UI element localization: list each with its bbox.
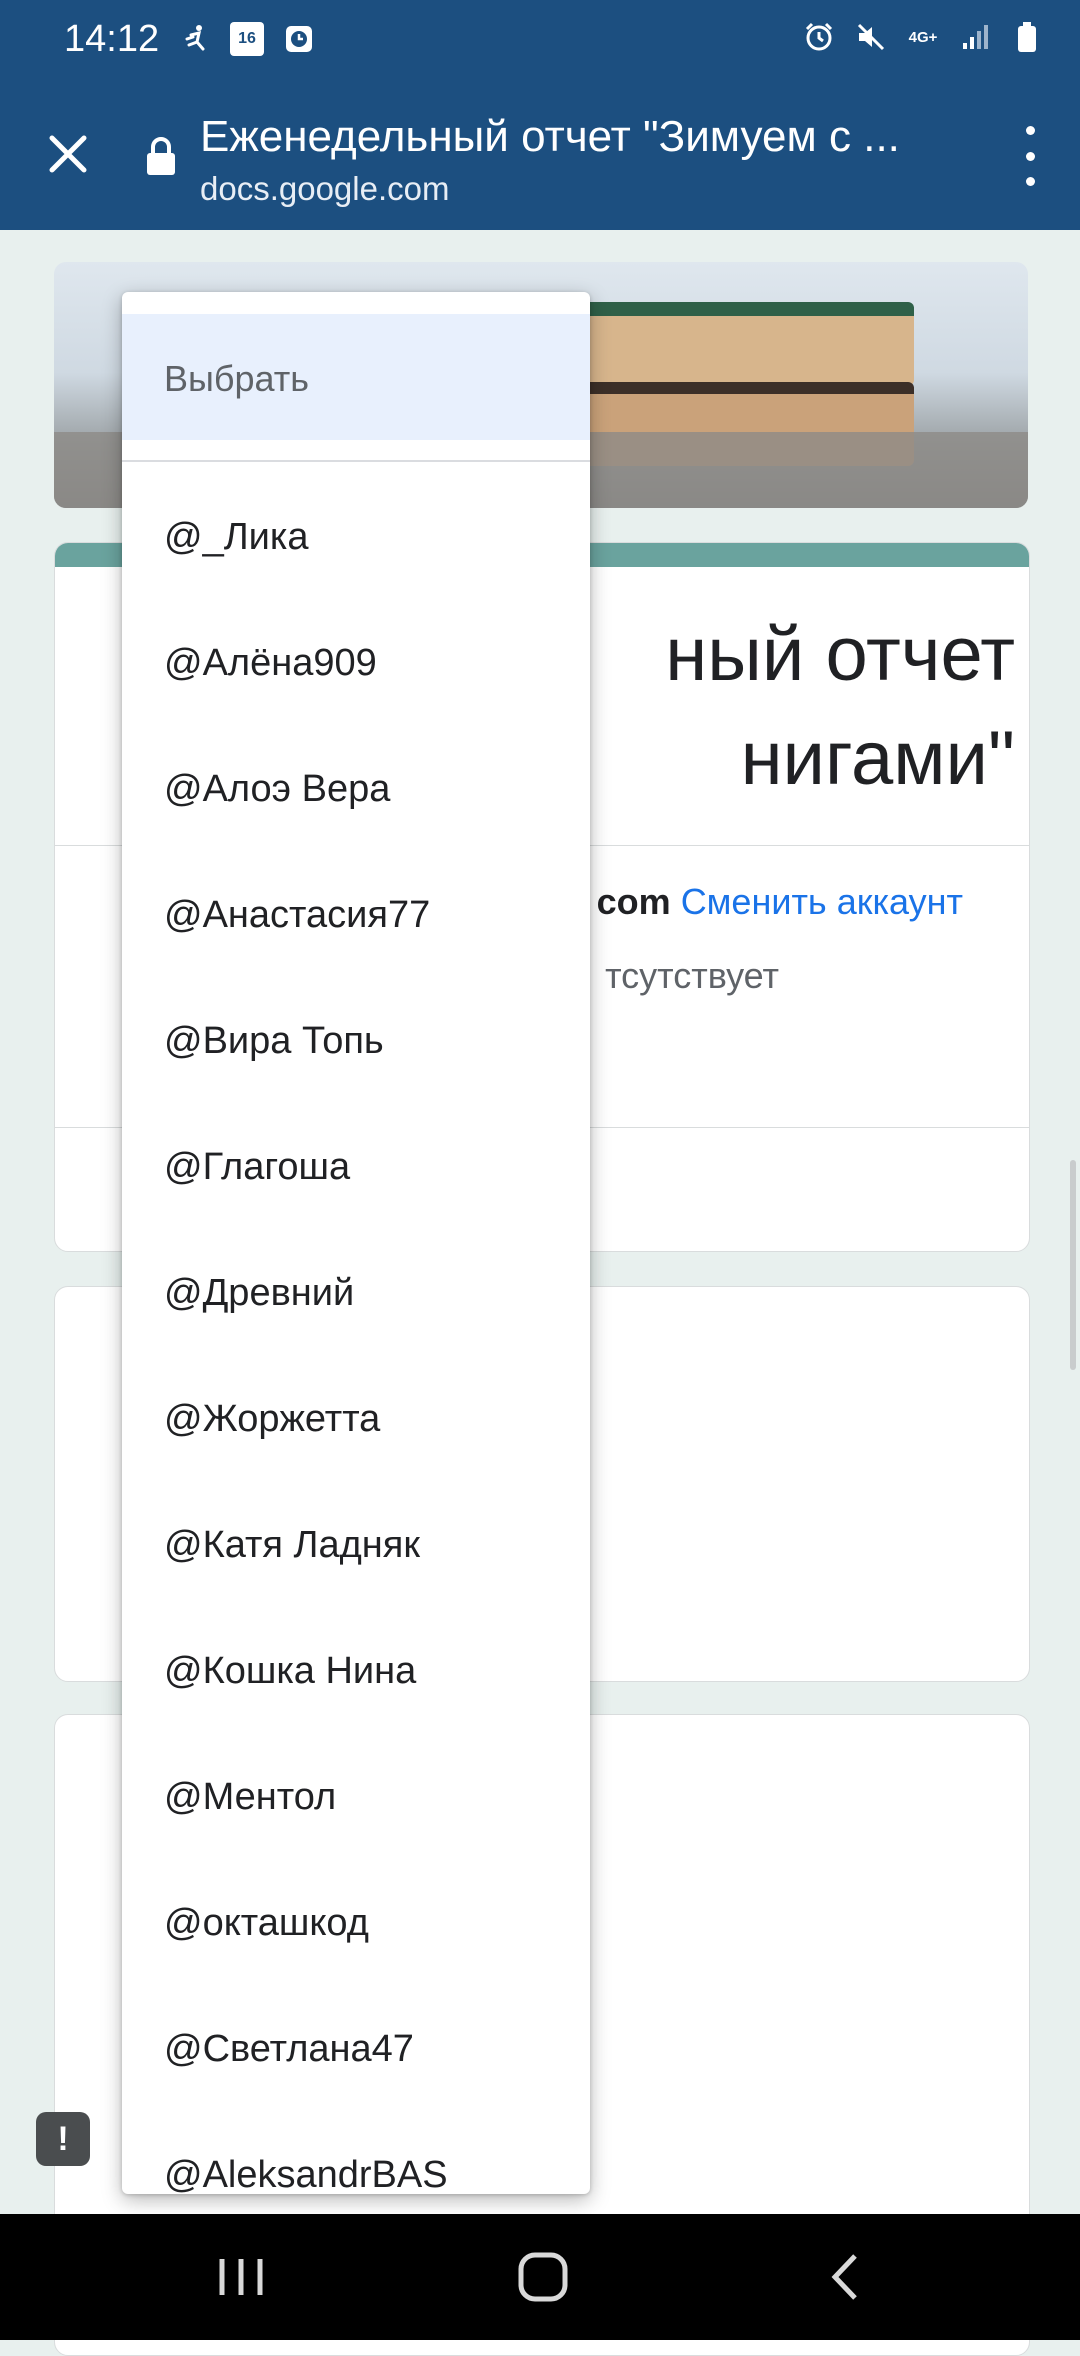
dropdown-option[interactable]: @окташкод	[122, 1858, 590, 1984]
page-url: docs.google.com	[200, 170, 450, 207]
dropdown-option[interactable]: @Вира Топь	[122, 976, 590, 1102]
back-icon[interactable]	[800, 2238, 890, 2316]
dropdown-option[interactable]: @Кошка Нина	[122, 1606, 590, 1732]
clock-app-icon	[282, 22, 316, 56]
signal-icon	[958, 20, 992, 54]
lock-icon	[144, 136, 178, 181]
dropdown-option[interactable]: @Алёна909	[122, 598, 590, 724]
dropdown-option[interactable]: @Жоржетта	[122, 1354, 590, 1480]
dropdown-option[interactable]: @AleksandrBAS	[122, 2110, 590, 2194]
dropdown-option[interactable]: @Катя Ладняк	[122, 1480, 590, 1606]
close-icon[interactable]	[38, 124, 98, 184]
dropdown-option-selected[interactable]: Выбрать	[122, 314, 590, 440]
dropdown-options: @_Лика @Алёна909 @Алоэ Вера @Анастасия77…	[122, 472, 590, 2194]
running-icon	[178, 22, 212, 56]
account-line: com Сменить аккаунт	[596, 881, 963, 922]
dropdown-option[interactable]: @Ментол	[122, 1732, 590, 1858]
calendar-day: 16	[238, 30, 256, 47]
browser-app-bar: Еженедельный отчет "Зимуем с ... docs.go…	[0, 86, 1080, 230]
dropdown-option[interactable]: @Глагоша	[122, 1102, 590, 1228]
dropdown-option[interactable]: @Древний	[122, 1228, 590, 1354]
page-title: Еженедельный отчет "Зимуем с ...	[200, 112, 900, 161]
dropdown-menu[interactable]: Выбрать @_Лика @Алёна909 @Алоэ Вера @Ана…	[122, 292, 590, 2194]
status-bar: 14:12 16 4G+	[0, 0, 1080, 86]
switch-account-link[interactable]: Сменить аккаунт	[681, 881, 963, 922]
dropdown-option[interactable]: @Светлана47	[122, 1984, 590, 2110]
battery-icon	[1010, 20, 1044, 54]
network-4g-icon: 4G+	[906, 20, 940, 54]
dropdown-divider	[122, 460, 590, 462]
form-notice: тсутствует	[605, 955, 779, 996]
dropdown-option[interactable]: @Анастасия77	[122, 850, 590, 976]
network-label: 4G+	[908, 28, 938, 46]
more-options-icon[interactable]	[1010, 126, 1050, 186]
alarm-icon	[802, 20, 836, 54]
mute-icon	[854, 20, 888, 54]
dropdown-option[interactable]: @_Лика	[122, 472, 590, 598]
system-nav-bar	[0, 2214, 1080, 2340]
recent-apps-icon[interactable]	[196, 2238, 286, 2316]
scrollbar[interactable]	[1070, 1160, 1076, 1370]
feedback-icon[interactable]: !	[36, 2112, 90, 2166]
home-icon[interactable]	[498, 2238, 588, 2316]
status-time: 14:12	[64, 18, 160, 60]
dropdown-option[interactable]: @Алоэ Вера	[122, 724, 590, 850]
calendar-icon: 16	[230, 22, 264, 56]
